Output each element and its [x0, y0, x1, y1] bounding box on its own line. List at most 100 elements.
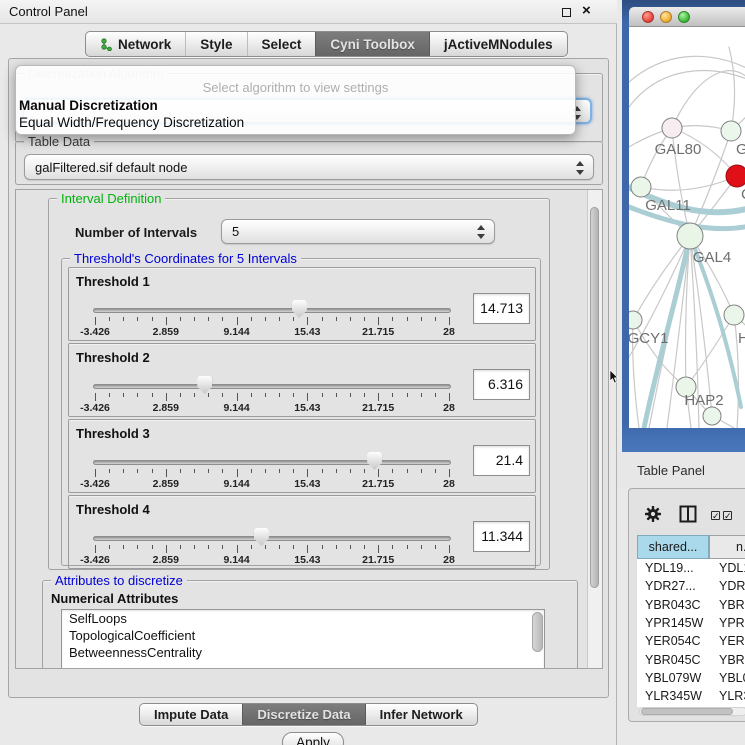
threshold-value-field[interactable]: 11.344 [473, 521, 530, 552]
slider-knob[interactable] [197, 376, 212, 394]
minimize-traffic-light-icon[interactable] [660, 11, 672, 23]
tab-style[interactable]: Style [185, 32, 246, 56]
network-node-gcy1[interactable] [629, 311, 642, 329]
attributes-group-title: Attributes to discretize [51, 573, 187, 588]
network-node-c[interactable] [726, 165, 745, 187]
vertical-scrollbar-thumb[interactable] [590, 207, 599, 588]
cell-name: YBL0... [719, 669, 745, 687]
threshold-value-field[interactable]: 14.713 [473, 293, 530, 324]
slider-ticks [95, 317, 449, 326]
cell-name: YDR2... [719, 577, 745, 595]
slider-ticks [95, 469, 449, 478]
split-columns-icon[interactable] [679, 505, 697, 523]
network-node[interactable] [703, 407, 721, 425]
axis-tick-label: 15.43 [294, 326, 320, 338]
control-panel-title: Control Panel [9, 4, 88, 19]
cell-name: YDL1... [719, 559, 745, 577]
slider-knob[interactable] [367, 452, 382, 470]
slider-track[interactable] [93, 460, 451, 465]
close-traffic-light-icon[interactable] [642, 11, 654, 23]
zoom-traffic-light-icon[interactable] [678, 11, 690, 23]
cell-name: YBR0... [719, 651, 745, 669]
tab-jactivemnodules[interactable]: jActiveMNodules [429, 32, 567, 56]
network-node-gal4[interactable] [677, 223, 703, 249]
attribute-list-item[interactable]: BetweennessCentrality [62, 644, 544, 661]
table-horizontal-scrollbar[interactable] [639, 707, 745, 716]
gear-icon[interactable] [645, 506, 661, 522]
network-canvas[interactable]: GAL80GACGAL11GAL4GCY1HHAP2 [629, 27, 745, 428]
attribute-list-item[interactable]: TopologicalCoefficient [62, 627, 544, 644]
tab-cyni-toolbox[interactable]: Cyni Toolbox [315, 32, 429, 56]
slider-track[interactable] [93, 536, 451, 541]
number-of-intervals-combobox[interactable]: 5 [221, 219, 495, 244]
table-row[interactable]: YER054C YER0... [637, 632, 745, 651]
table-row[interactable]: YBL079WYBL0... [637, 669, 745, 688]
cell-name: YER0... [719, 632, 745, 650]
network-node-h[interactable] [724, 305, 744, 325]
table-row[interactable]: YBR045CYBR0... [637, 651, 745, 670]
axis-tick-label: 2.859 [153, 326, 179, 338]
cell-name: YPR1... [719, 614, 745, 632]
threshold-label: Threshold 3 [76, 426, 150, 441]
apply-button[interactable]: Apply [282, 732, 344, 745]
number-of-intervals-value: 5 [232, 224, 239, 239]
table-horizontal-scrollbar-thumb[interactable] [641, 708, 733, 715]
bottom-tab-impute-data[interactable]: Impute Data [140, 704, 242, 725]
cell-name: YBR0... [719, 596, 745, 614]
threshold-value-field[interactable]: 21.4 [473, 445, 530, 476]
table-row[interactable]: YLR345WYLR3... [637, 687, 745, 706]
table-data-group-title: Table Data [24, 134, 94, 149]
table-row[interactable]: YDR27... YDR2... [637, 577, 745, 596]
slider-knob[interactable] [254, 528, 269, 546]
tab-network[interactable]: Network [86, 32, 185, 56]
attribute-list-item[interactable]: SelfLoops [62, 610, 544, 627]
threshold-panel-1: Threshold 1-3.4262.8599.14415.4321.71528… [68, 267, 536, 341]
checkbox-icon[interactable]: ✓ [723, 511, 732, 520]
numerical-attributes-list[interactable]: SelfLoopsTopologicalCoefficientBetweenne… [61, 609, 545, 669]
slider-knob[interactable] [292, 300, 307, 318]
cell-shared-name: YBR043C [645, 596, 701, 614]
cell-shared-name: YDR27... [645, 577, 696, 595]
threshold-panel-3: Threshold 3-3.4262.8599.14415.4321.71528… [68, 419, 536, 493]
attributes-group: Attributes to discretize Numerical Attri… [42, 580, 578, 669]
checkbox-icon[interactable]: ✓ [711, 511, 720, 520]
table-data-combobox[interactable]: galFiltered.sif default node [24, 154, 594, 180]
network-node-gal80[interactable] [662, 118, 682, 138]
axis-tick-label: 9.144 [223, 478, 249, 490]
attributes-list-scrollbar[interactable] [532, 612, 543, 652]
float-window-icon[interactable] [562, 8, 571, 17]
network-node-ga[interactable] [721, 121, 741, 141]
close-icon[interactable]: × [582, 2, 591, 19]
slider-ticks [95, 545, 449, 554]
threshold-label: Threshold 2 [76, 350, 150, 365]
control-panel: Control Panel × NetworkStyleSelectCyni T… [0, 0, 617, 745]
slider-track[interactable] [93, 384, 451, 389]
slider-ticks [95, 393, 449, 402]
table-row[interactable]: YPR145WYPR1... [637, 614, 745, 633]
algorithm-dropdown-popup: Select algorithm to view settings Manual… [15, 65, 576, 135]
application-window: Control Panel × NetworkStyleSelectCyni T… [0, 0, 745, 745]
combo-stepper-icon[interactable] [477, 224, 485, 240]
slider-track[interactable] [93, 308, 451, 313]
control-panel-tab-bar: NetworkStyleSelectCyni Toolbox jActiveMNo… [85, 31, 568, 57]
column-header-shared-name[interactable]: shared... [637, 535, 709, 559]
column-header-name[interactable]: n... [709, 535, 745, 559]
network-icon [100, 38, 113, 51]
algorithm-option[interactable]: Manual Discretization [16, 97, 575, 114]
threshold-value-field[interactable]: 6.316 [473, 369, 530, 400]
bottom-tab-label: Infer Network [380, 707, 463, 722]
cell-shared-name: YER054C [645, 632, 701, 650]
vertical-scrollbar[interactable] [587, 190, 602, 668]
bottom-tab-discretize-data[interactable]: Discretize Data [242, 704, 364, 725]
table-row[interactable]: YBR043C YBR0... [637, 596, 745, 615]
network-node-gal11[interactable] [631, 177, 651, 197]
settings-scrollpane: Interval Definition Number of Intervals … [15, 189, 603, 669]
network-node-label: GAL11 [645, 197, 691, 214]
bottom-tab-infer-network[interactable]: Infer Network [365, 704, 477, 725]
table-row[interactable]: YDL19...YDL1... [637, 559, 745, 578]
combo-stepper-icon[interactable] [576, 160, 584, 176]
algorithm-option[interactable]: Equal Width/Frequency Discretization [16, 114, 575, 131]
axis-tick-label: 2.859 [153, 402, 179, 414]
tab-select[interactable]: Select [247, 32, 316, 56]
tab-label: jActiveMNodules [444, 37, 553, 52]
